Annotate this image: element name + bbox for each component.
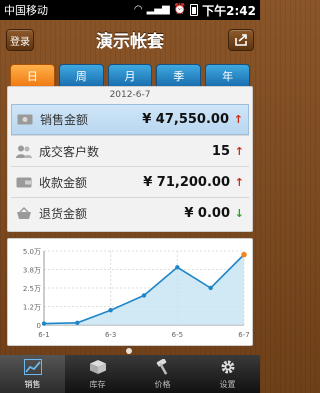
y-tick-label: 3.8万: [23, 267, 41, 275]
wifi-icon: ◠: [133, 4, 143, 15]
battery-icon: [190, 4, 199, 16]
row-label: 退货金额: [39, 206, 88, 221]
page-indicator: [126, 348, 132, 354]
y-tick-label: 5.0万: [23, 248, 41, 256]
row-label: 成交客户数: [39, 144, 100, 159]
data-point: [208, 285, 213, 291]
row-received-amount[interactable]: 收款金额 ¥ 71,200.00 ↑: [11, 166, 249, 197]
page-title: 演示帐套: [96, 31, 164, 52]
navigation-bar: 登录 演示帐套: [0, 20, 260, 58]
box-icon: [89, 359, 107, 379]
tab-price[interactable]: 价格: [130, 355, 195, 393]
summary-panel: 2012-6-7 销售金额 ¥ 47,550.00 ↑ 成交客户数 15 ↑ 收…: [7, 86, 253, 232]
row-value: ¥ 71,200.00: [143, 174, 230, 190]
x-tick-label: 6-3: [105, 331, 116, 339]
data-point: [41, 321, 47, 326]
status-bar: 中国移动 ◠ ▂▄▆ ⏰ 下午2:42: [0, 0, 260, 20]
tab-sales[interactable]: 销售: [0, 355, 65, 393]
signal-icon: ▂▄▆: [146, 4, 170, 15]
y-tick-label: 0: [37, 322, 41, 330]
tab-week[interactable]: 周: [58, 64, 104, 86]
tab-inventory[interactable]: 库存: [65, 355, 130, 393]
y-tick-label: 1.2万: [23, 304, 41, 312]
tab-day[interactable]: 日: [10, 64, 55, 86]
tab-month[interactable]: 月: [107, 64, 153, 86]
clock: 下午2:42: [202, 3, 256, 18]
data-point: [108, 308, 113, 313]
sales-chart-panel[interactable]: 0 1.2万 2.5万 3.8万 5.0万 6-1 6-3 6-5 6-7: [7, 238, 253, 346]
login-button[interactable]: 登录: [6, 29, 34, 51]
area-fill: [44, 254, 244, 325]
data-point: [241, 251, 247, 258]
summary-date: 2012-6-7: [109, 90, 151, 100]
row-value: ¥ 0.00: [184, 205, 230, 221]
wallet-icon: [16, 175, 32, 189]
alarm-icon: ⏰: [173, 4, 187, 15]
trend-up-icon: ↑: [233, 113, 243, 126]
tab-year[interactable]: 年: [205, 64, 250, 86]
share-button[interactable]: [228, 29, 254, 51]
data-point: [175, 265, 180, 270]
data-point: [141, 293, 147, 298]
chart-icon: [23, 358, 42, 379]
data-point: [75, 320, 80, 325]
customers-icon: [16, 144, 32, 158]
row-value: 15: [211, 143, 230, 159]
row-customers[interactable]: 成交客户数 15 ↑: [11, 135, 249, 166]
status-icons: ◠ ▂▄▆ ⏰ 下午2:42: [134, 2, 256, 19]
tab-quarter[interactable]: 季: [156, 64, 202, 86]
tab-label: 价格: [154, 379, 171, 389]
tab-label: 设置: [219, 379, 236, 389]
x-tick-label: 6-5: [172, 331, 183, 339]
row-value: ¥ 47,550.00: [142, 112, 229, 127]
tab-settings[interactable]: 设置: [195, 355, 260, 393]
row-returns-amount[interactable]: 退货金额 ¥ 0.00 ↓: [11, 197, 249, 228]
period-tabs: 日 周 月 季 年: [10, 64, 250, 86]
row-label: 收款金额: [39, 175, 88, 190]
sales-trend-chart: 0 1.2万 2.5万 3.8万 5.0万 6-1 6-3 6-5 6-7: [23, 248, 250, 339]
tab-label: 销售: [24, 379, 41, 389]
carrier-label: 中国移动: [4, 4, 48, 17]
trend-up-icon: ↑: [234, 144, 244, 158]
trend-down-icon: ↓: [234, 206, 244, 220]
x-tick-label: 6-1: [38, 331, 49, 339]
hammer-icon: [154, 357, 172, 379]
share-icon: [235, 34, 247, 46]
x-tick-label: 6-7: [238, 331, 249, 339]
cash-icon: [17, 113, 33, 127]
tab-label: 库存: [89, 379, 106, 389]
row-label: 销售金额: [40, 113, 89, 127]
gear-icon: [220, 359, 236, 379]
basket-icon: [16, 206, 32, 220]
trend-up-icon: ↑: [234, 175, 244, 189]
y-tick-label: 2.5万: [23, 285, 41, 293]
bottom-tab-bar: 销售 库存 价格 设置: [0, 355, 260, 393]
row-sales-amount[interactable]: 销售金额 ¥ 47,550.00 ↑: [11, 104, 249, 135]
